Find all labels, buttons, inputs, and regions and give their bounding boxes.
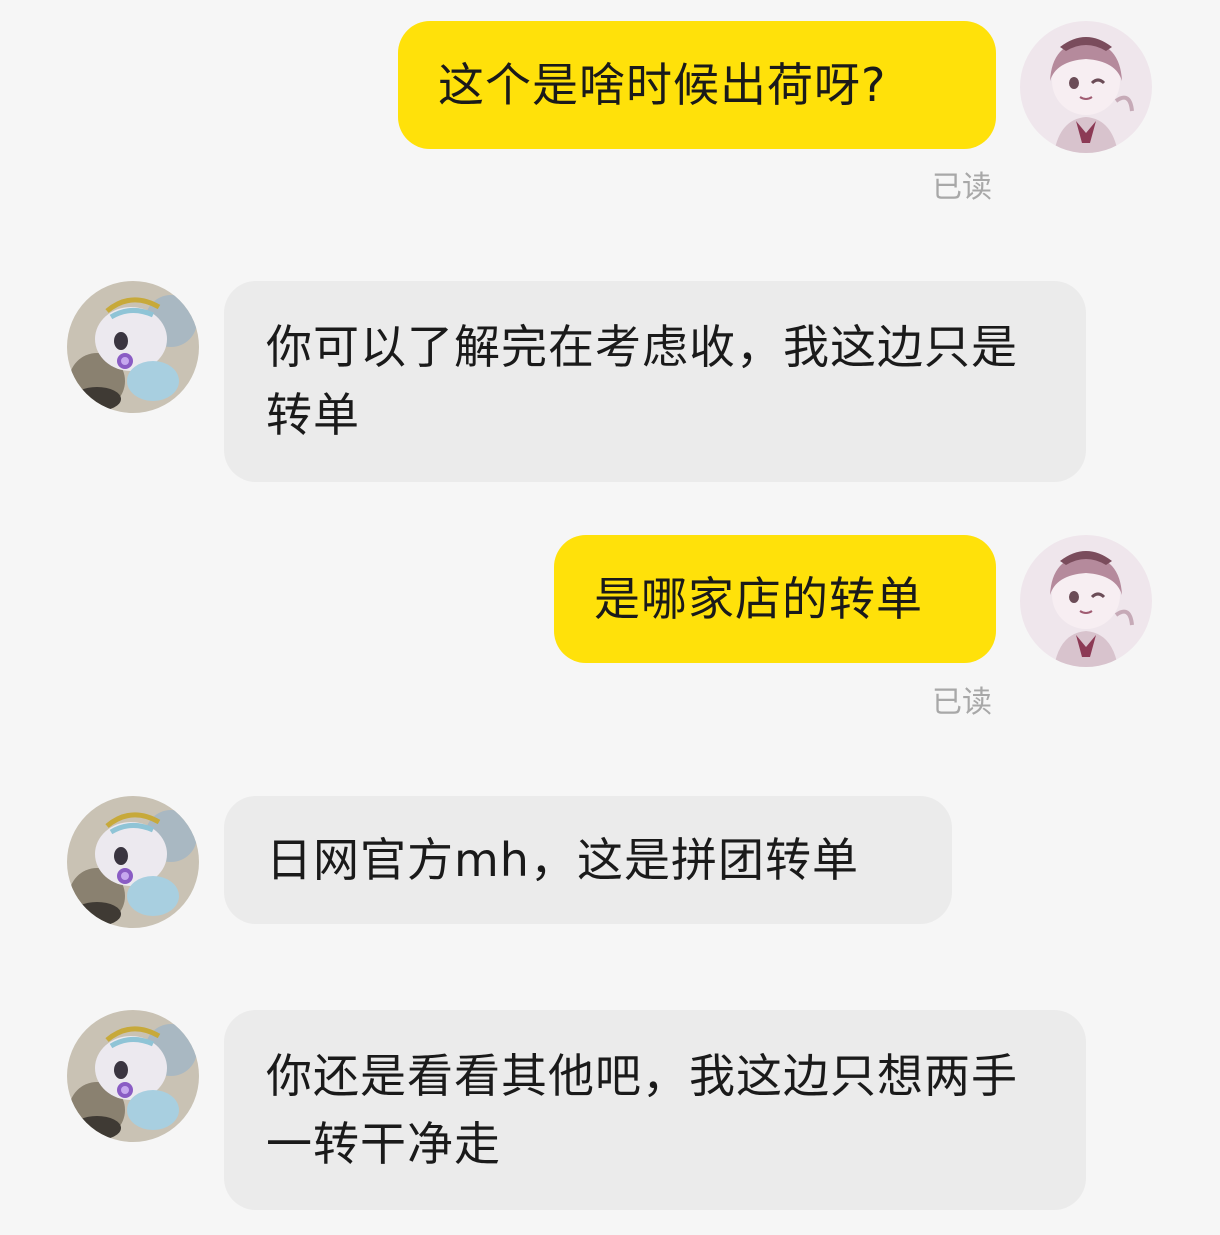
plush-toy-avatar-icon [67,1010,199,1142]
anime-girl-avatar-icon [1020,535,1152,667]
seller-avatar[interactable] [67,796,199,928]
seller-avatar[interactable] [67,281,199,413]
incoming-message-bubble[interactable]: 你可以了解完在考虑收，我这边只是转单 [224,281,1086,482]
plush-toy-avatar-icon [67,796,199,928]
self-avatar[interactable] [1020,21,1152,153]
plush-toy-avatar-icon [67,281,199,413]
outgoing-message-bubble[interactable]: 这个是啥时候出荷呀? [398,21,996,149]
seller-avatar[interactable] [67,1010,199,1142]
chat-thread: 这个是啥时候出荷呀? 已读 你可以了解完在考虑收，我这边只是转单 是哪家店的转单… [0,0,1220,1235]
anime-girl-avatar-icon [1020,21,1152,153]
outgoing-message-bubble[interactable]: 是哪家店的转单 [554,535,996,663]
self-avatar[interactable] [1020,535,1152,667]
read-status: 已读 [932,170,992,205]
read-status: 已读 [932,685,992,720]
incoming-message-bubble[interactable]: 你还是看看其他吧，我这边只想两手一转干净走 [224,1010,1086,1210]
incoming-message-bubble[interactable]: 日网官方mh，这是拼团转单 [224,796,952,924]
